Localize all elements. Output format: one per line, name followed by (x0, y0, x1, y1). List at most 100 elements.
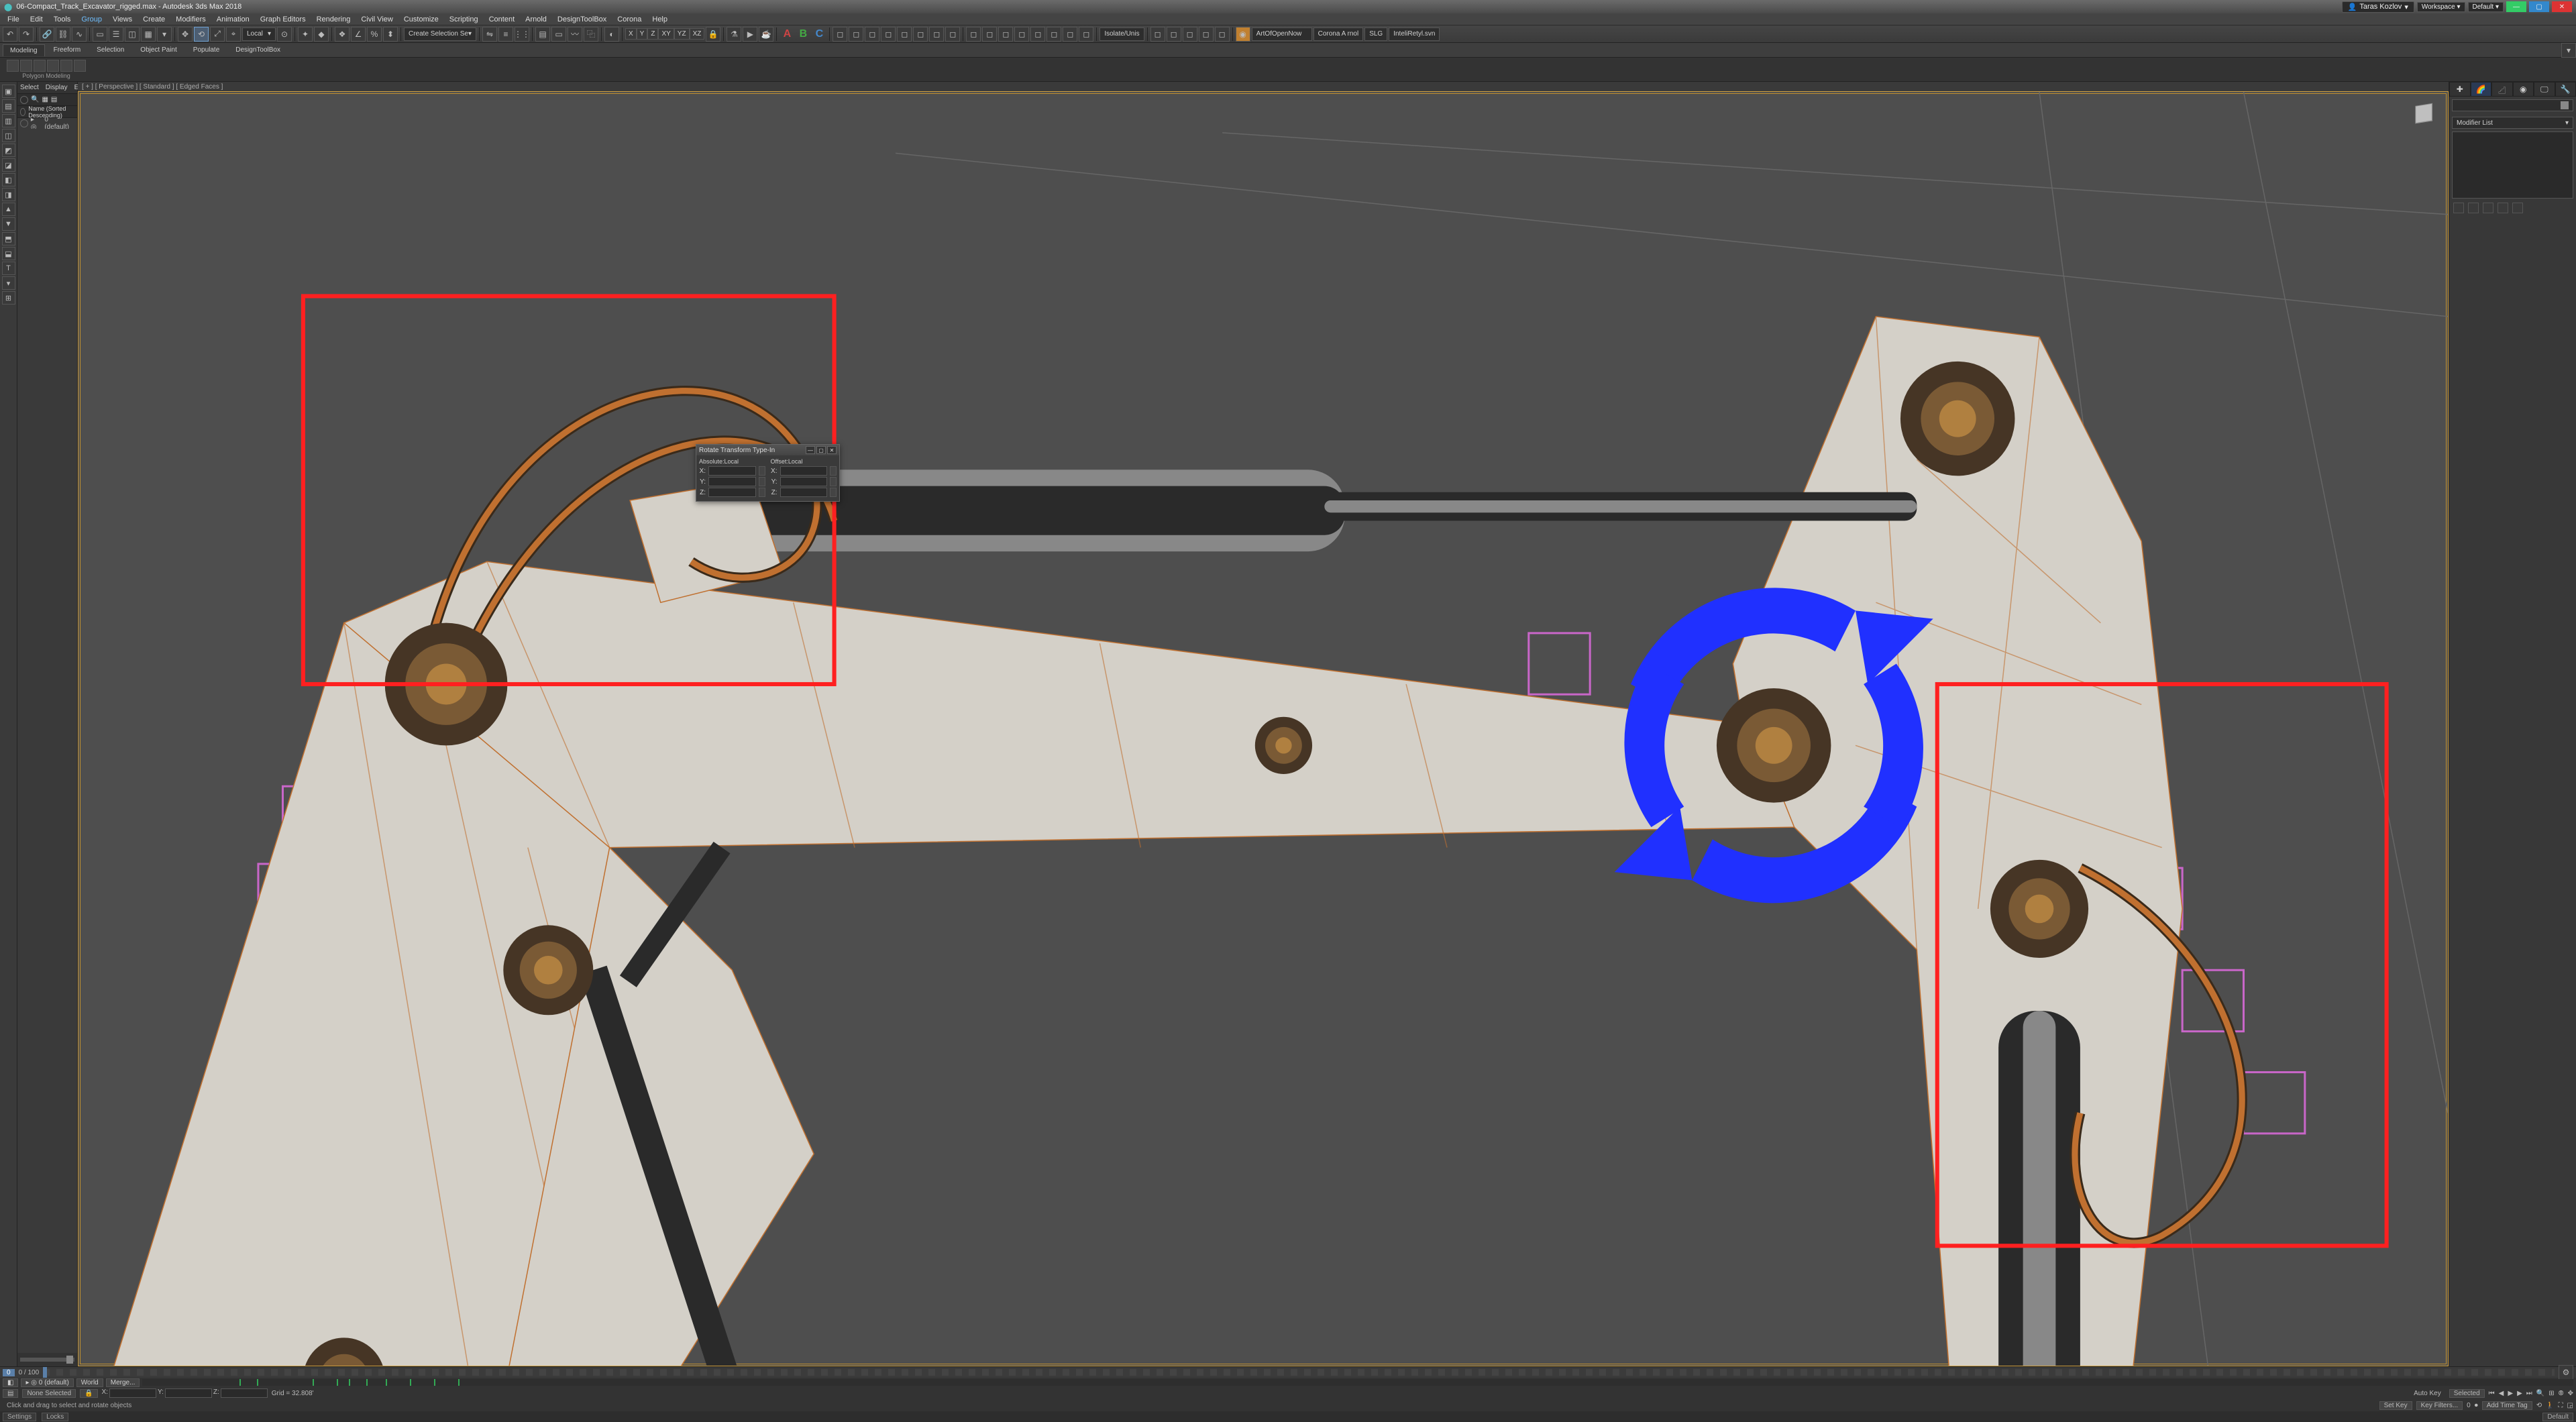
off-y-spinner[interactable] (830, 477, 837, 486)
cmd-tab-display[interactable]: 🖵 (2534, 82, 2555, 97)
abc-a[interactable]: A (780, 28, 794, 40)
rotate-button[interactable]: ⟲ (194, 27, 209, 42)
vtool-3[interactable]: ▥ (2, 114, 15, 127)
polymodel-icon-1[interactable] (7, 60, 19, 72)
se-search-icon[interactable]: 🔍 (31, 96, 39, 103)
axis-constraint[interactable]: X Y Z XY YZ XZ (625, 28, 704, 40)
tool-misc-18[interactable]: ◻ (1167, 27, 1181, 42)
status-y-input[interactable] (165, 1388, 212, 1398)
footer-settings[interactable]: Settings (3, 1413, 36, 1421)
corona-icon[interactable]: ◉ (1236, 27, 1250, 42)
current-frame-field[interactable]: 0 (2467, 1402, 2471, 1409)
cmd-tab-hierarchy[interactable]: 𓊍 (2491, 82, 2513, 97)
tool-misc-12[interactable]: ◻ (1014, 27, 1029, 42)
menu-views[interactable]: Views (108, 15, 137, 24)
pin-stack-icon[interactable] (2453, 203, 2464, 213)
vtool-4[interactable]: ◫ (2, 129, 15, 142)
vtool-7[interactable]: ◧ (2, 173, 15, 186)
maxscript-icon[interactable]: ▤ (3, 1389, 18, 1398)
object-name-field[interactable] (2452, 99, 2573, 111)
vtool-6[interactable]: ◪ (2, 158, 15, 172)
vtool-15[interactable]: ⊞ (2, 291, 15, 305)
vtool-1[interactable]: ▣ (2, 85, 15, 98)
render-button[interactable]: ☕ (759, 27, 773, 42)
se-sort-icon[interactable]: ▤ (51, 96, 57, 103)
anglesnap-button[interactable]: ∠ (351, 27, 366, 42)
tool-misc-4[interactable]: ◻ (881, 27, 896, 42)
menu-rendering[interactable]: Rendering (312, 15, 356, 24)
abs-y-input[interactable] (708, 477, 756, 486)
off-z-input[interactable] (780, 488, 828, 497)
vtool-5[interactable]: ◩ (2, 144, 15, 157)
tool-misc-11[interactable]: ◻ (998, 27, 1013, 42)
off-y-input[interactable] (780, 477, 828, 486)
placement-button[interactable]: ⌖ (226, 27, 241, 42)
keyfilters-button[interactable]: Key Filters... (2416, 1401, 2463, 1410)
ribbon-tab-selection[interactable]: Selection (89, 44, 131, 56)
footer-locks[interactable]: Locks (42, 1413, 68, 1421)
undo-button[interactable]: ↶ (3, 27, 17, 42)
menu-animation[interactable]: Animation (212, 15, 254, 24)
selected-filter[interactable]: Selected (2449, 1389, 2485, 1398)
rotate-typein-dialog[interactable]: Rotate Transform Type-In — ▢ ✕ Absolute:… (696, 444, 840, 502)
nav-pan-button[interactable]: ✥ (2568, 1390, 2573, 1397)
ribbon-tab-populate[interactable]: Populate (186, 44, 227, 56)
abs-x-input[interactable] (708, 466, 756, 476)
window-crossing-button[interactable]: ▦ (141, 27, 156, 42)
isolate-drop[interactable]: Isolate/Unis (1099, 28, 1144, 41)
tool-misc-10[interactable]: ◻ (982, 27, 997, 42)
tool-misc-16[interactable]: ◻ (1079, 27, 1093, 42)
tool-misc-7[interactable]: ◻ (929, 27, 944, 42)
select-button[interactable]: ▭ (93, 27, 107, 42)
curve-editor-button[interactable]: 〰 (568, 27, 582, 42)
trackbar-icon1[interactable]: ◧ (3, 1378, 18, 1387)
renderer2-drop[interactable]: Corona A rnol (1313, 28, 1364, 41)
prev-frame-button[interactable]: ◀ (2499, 1390, 2504, 1397)
perspective-viewport[interactable]: Rotate Transform Type-In — ▢ ✕ Absolute:… (78, 91, 2449, 1366)
ribbon-tab-freeform[interactable]: Freeform (46, 44, 89, 56)
nav-minmax-button[interactable]: ◲ (2567, 1402, 2573, 1409)
vtool-2[interactable]: ▤ (2, 99, 15, 113)
cmd-tab-motion[interactable]: ◉ (2513, 82, 2534, 97)
window-close[interactable]: ✕ (2552, 1, 2572, 12)
polymodel-icon-6[interactable] (74, 60, 86, 72)
schematic-button[interactable]: ⿻ (584, 27, 598, 42)
ribbon-tab-modeling[interactable]: Modeling (3, 44, 45, 56)
workspace-drop[interactable]: Workspace ▾ (2417, 2, 2465, 12)
align-button[interactable]: ≡ (498, 27, 513, 42)
tool-misc-3[interactable]: ◻ (865, 27, 879, 42)
addtimetag-button[interactable]: Add Time Tag (2482, 1401, 2532, 1410)
footer-default[interactable]: Default (2542, 1413, 2573, 1421)
window-maximize[interactable]: ▢ (2529, 1, 2549, 12)
vtool-8[interactable]: ◨ (2, 188, 15, 201)
ribbon-collapse[interactable]: ▾ (2561, 43, 2576, 58)
polymodel-icon-2[interactable] (20, 60, 32, 72)
ribbon-tab-objectpaint[interactable]: Object Paint (133, 44, 184, 56)
nav-maximize-button[interactable]: ⛶ (2559, 1402, 2563, 1409)
menu-grapheditors[interactable]: Graph Editors (256, 15, 311, 24)
menu-help[interactable]: Help (647, 15, 672, 24)
dialog-min-icon[interactable]: — (806, 446, 815, 454)
tool-misc-15[interactable]: ◻ (1063, 27, 1077, 42)
tool-misc-9[interactable]: ◻ (966, 27, 981, 42)
abs-z-spinner[interactable] (759, 488, 765, 497)
dialog-close-icon[interactable]: ✕ (827, 446, 837, 454)
off-x-input[interactable] (780, 466, 828, 476)
abs-y-spinner[interactable] (759, 477, 765, 486)
visibility-icon[interactable] (20, 108, 25, 116)
user-account[interactable]: 👤 Taras Kozlov ▾ (2342, 1, 2414, 13)
cmd-tab-create[interactable]: ✚ (2449, 82, 2471, 97)
menu-civilview[interactable]: Civil View (356, 15, 397, 24)
tool-misc-5[interactable]: ◻ (897, 27, 912, 42)
nav-zoomall-button[interactable]: ⊞ (2548, 1390, 2554, 1397)
filter-button[interactable]: ▾ (157, 27, 172, 42)
dialog-max-icon[interactable]: ▢ (816, 446, 826, 454)
vtool-14[interactable]: ▾ (2, 276, 15, 290)
modifier-stack[interactable] (2452, 131, 2573, 199)
abc-c[interactable]: C (812, 28, 826, 40)
nav-orbit-button[interactable]: ⟲ (2536, 1402, 2542, 1409)
se-tab-select[interactable]: Select (20, 84, 39, 91)
vtool-11[interactable]: ⬒ (2, 232, 15, 245)
setkey-button[interactable]: Set Key (2379, 1401, 2412, 1410)
time-config-icon[interactable]: ⚙ (2559, 1365, 2573, 1380)
